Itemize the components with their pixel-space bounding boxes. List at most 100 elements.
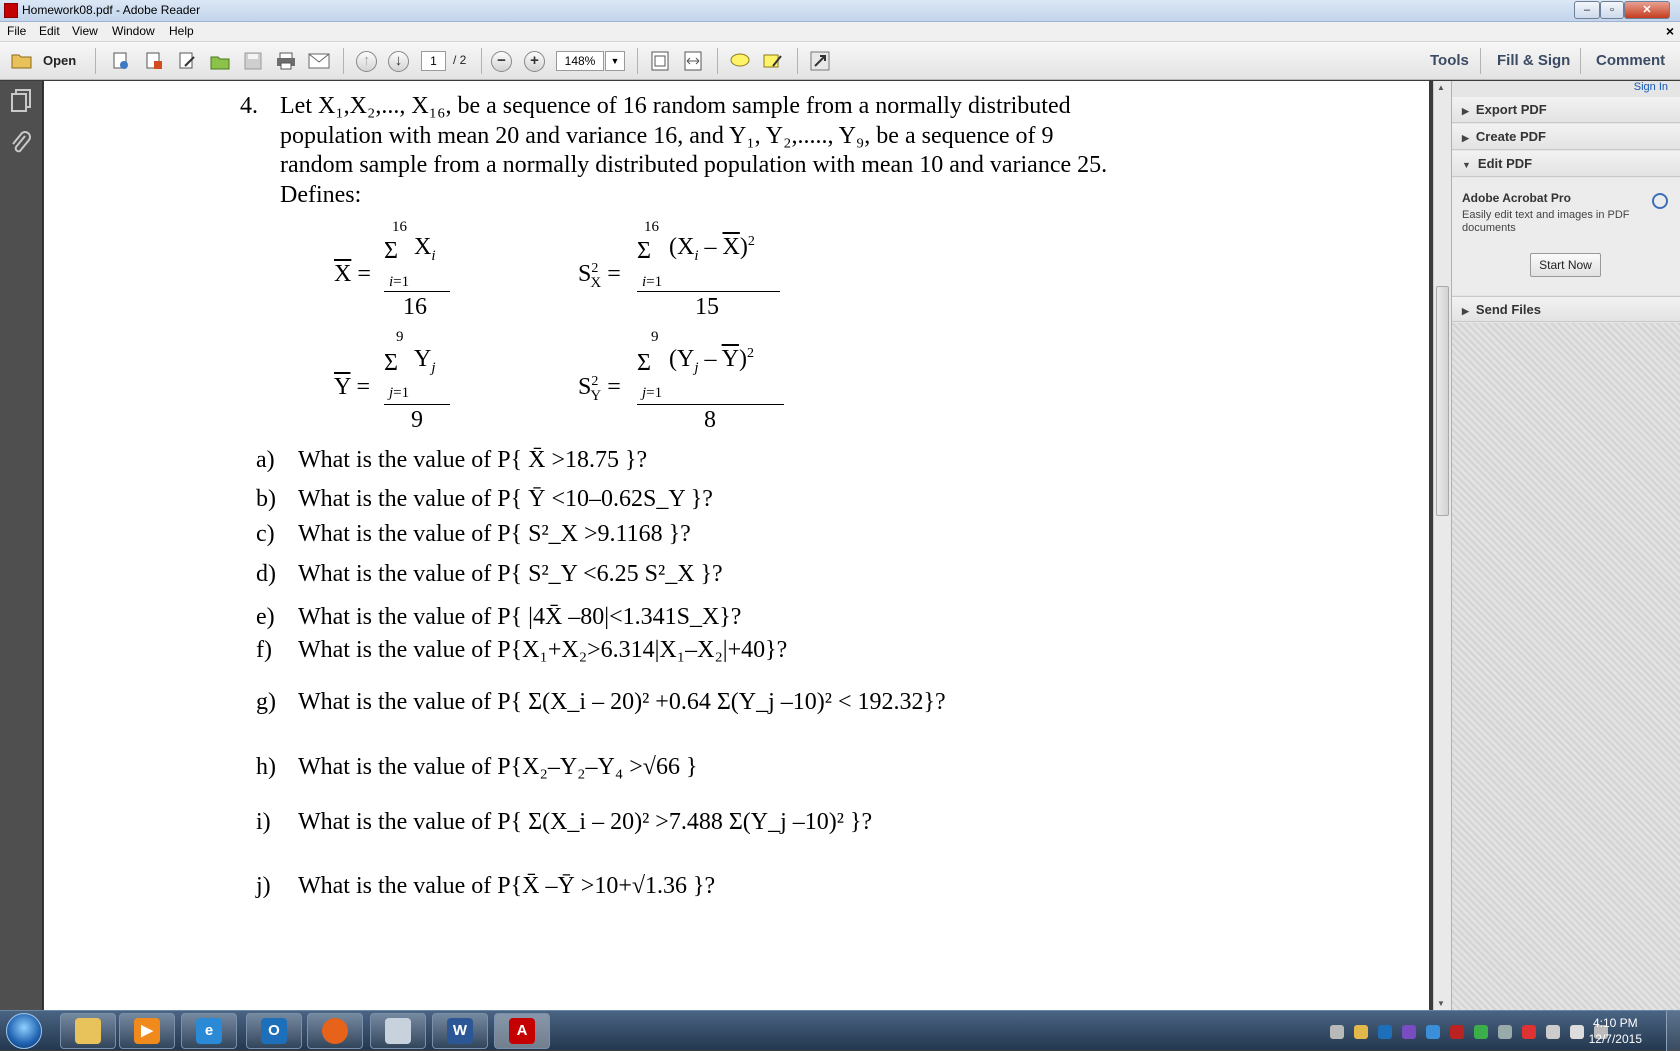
promo-text: Easily edit text and images in PDF docum…	[1462, 209, 1630, 234]
page-number-input[interactable]: 1	[421, 51, 446, 71]
scroll-up-icon[interactable]: ▲	[1437, 83, 1445, 92]
toolbar-separator	[1580, 48, 1581, 74]
menu-file[interactable]: File	[7, 24, 26, 38]
sticky-note-icon[interactable]	[729, 50, 751, 72]
promo-title: Adobe Acrobat Pro	[1462, 191, 1571, 205]
taskbar-internet-explorer[interactable]: e	[181, 1013, 237, 1049]
firefox-icon	[322, 1018, 348, 1044]
question-letter: e)	[256, 604, 275, 630]
tray-shield-icon[interactable]	[1450, 1025, 1464, 1039]
taskbar-firefox[interactable]	[307, 1013, 363, 1049]
tray-icon[interactable]	[1330, 1025, 1344, 1039]
zoom-dropdown-chevron-down-icon[interactable]: ▼	[605, 51, 625, 71]
edit-pdf-icon[interactable]	[176, 50, 198, 72]
acrobat-pro-icon	[1652, 193, 1668, 209]
problem-number: 4.	[240, 93, 258, 119]
toolbar-separator	[1480, 48, 1481, 74]
close-button[interactable]: ✕	[1624, 1, 1670, 19]
export-pdf-panel[interactable]: ▶ Export PDF	[1452, 97, 1680, 123]
panel-label: Edit PDF	[1477, 156, 1533, 171]
menu-bar: File Edit View Window Help ×	[0, 22, 1680, 42]
tray-volume-icon[interactable]	[1570, 1025, 1584, 1039]
start-button-windows-icon[interactable]	[6, 1013, 42, 1049]
pane-background	[1452, 323, 1680, 1010]
taskbar-media-player[interactable]: ▶	[119, 1013, 175, 1049]
menu-help[interactable]: Help	[169, 24, 194, 38]
zoom-out-icon[interactable]: −	[491, 51, 512, 72]
taskbar-word[interactable]: W	[432, 1013, 488, 1049]
create-pdf-icon[interactable]	[110, 50, 132, 72]
open-button[interactable]: Open	[43, 53, 76, 68]
calculator-icon	[385, 1018, 411, 1044]
open-folder-icon[interactable]	[10, 50, 34, 72]
comment-tab[interactable]: Comment	[1596, 52, 1665, 69]
vertical-scrollbar[interactable]: ▲ ▼	[1433, 81, 1451, 1010]
taskbar-outlook[interactable]: O	[246, 1013, 302, 1049]
fit-width-icon[interactable]	[682, 50, 704, 72]
toolbar-separator	[717, 48, 718, 74]
page-thumbnails-icon[interactable]	[9, 89, 33, 113]
tray-network-icon[interactable]	[1546, 1025, 1560, 1039]
highlight-text-icon[interactable]	[762, 50, 784, 72]
tray-app-icon[interactable]	[1522, 1025, 1536, 1039]
question-text: What is the value of P{X̄ –Ȳ >10+√1.36 }…	[298, 873, 716, 899]
question-letter: j)	[256, 873, 271, 899]
next-page-icon[interactable]: ↓	[388, 51, 409, 72]
taskbar-explorer[interactable]	[60, 1013, 116, 1049]
tray-app-icon[interactable]	[1402, 1025, 1416, 1039]
question-letter: b)	[256, 486, 276, 512]
document-close-icon[interactable]: ×	[1666, 23, 1674, 39]
edit-pdf-panel[interactable]: ▼ Edit PDF	[1452, 151, 1680, 177]
minimize-button[interactable]: –	[1574, 1, 1600, 19]
export-pdf-icon[interactable]	[143, 50, 165, 72]
previous-page-icon[interactable]: ↑	[356, 51, 377, 72]
send-files-panel[interactable]: ▶ Send Files	[1452, 296, 1680, 322]
print-icon[interactable]	[275, 50, 297, 72]
tools-tab[interactable]: Tools	[1430, 52, 1469, 69]
panel-label: Create PDF	[1475, 129, 1546, 144]
document-view[interactable]: 4. Let X₁,X₂,..., X₁₆, be a sequence of …	[44, 81, 1429, 1010]
scrollbar-thumb[interactable]	[1436, 286, 1449, 516]
create-pdf-panel[interactable]: ▶ Create PDF	[1452, 124, 1680, 150]
page-total: / 2	[453, 53, 467, 67]
start-now-button[interactable]: Start Now	[1530, 253, 1601, 277]
question-letter: g)	[256, 689, 276, 715]
question-text: What is the value of P{ S²_X >9.1168 }?	[298, 521, 691, 547]
tray-sync-icon[interactable]	[1474, 1025, 1488, 1039]
taskbar-clock[interactable]: 4:10 PM 12/7/2015	[1589, 1015, 1642, 1047]
windows-taskbar: ▶ e O W A 4:10 PM 12/7/2015	[0, 1010, 1680, 1051]
expand-icon[interactable]	[809, 50, 831, 72]
tray-app-icon[interactable]	[1426, 1025, 1440, 1039]
taskbar-adobe-reader[interactable]: A	[494, 1013, 550, 1049]
expand-triangle-icon: ▶	[1462, 133, 1469, 143]
expand-triangle-icon: ▶	[1462, 106, 1469, 116]
scroll-down-icon[interactable]: ▼	[1437, 999, 1445, 1008]
panel-label: Export PDF	[1475, 102, 1547, 117]
menu-view[interactable]: View	[72, 24, 98, 38]
taskbar-calculator[interactable]	[370, 1013, 426, 1049]
question-text: What is the value of P{ |4X̄ –80|<1.341S…	[298, 604, 742, 630]
attachments-paperclip-icon[interactable]	[9, 131, 33, 155]
email-icon[interactable]	[308, 50, 330, 72]
zoom-level-input[interactable]: 148%	[556, 51, 604, 71]
tray-tools-icon[interactable]	[1498, 1025, 1512, 1039]
adobe-reader-icon	[4, 3, 18, 18]
tray-mail-icon[interactable]	[1354, 1025, 1368, 1039]
tray-outlook-icon[interactable]	[1378, 1025, 1392, 1039]
outlook-icon: O	[261, 1018, 287, 1044]
fit-page-icon[interactable]	[649, 50, 671, 72]
save-icon[interactable]	[242, 50, 264, 72]
menu-edit[interactable]: Edit	[39, 24, 60, 38]
zoom-in-icon[interactable]: +	[524, 51, 545, 72]
toolbar-separator	[481, 48, 482, 74]
show-desktop-button[interactable]	[1666, 1011, 1680, 1051]
fill-sign-tab[interactable]: Fill & Sign	[1497, 52, 1570, 69]
sign-in-link[interactable]: Sign In	[1634, 81, 1668, 93]
intro-line-1: Let X₁,X₂,..., X₁₆, be a sequence of 16 …	[280, 93, 1071, 119]
toolbar-separator	[343, 48, 344, 74]
menu-window[interactable]: Window	[112, 24, 155, 38]
question-letter: f)	[256, 637, 272, 663]
maximize-button[interactable]: ▫	[1600, 1, 1624, 19]
send-files-icon[interactable]	[209, 50, 231, 72]
question-text: What is the value of P{ Ȳ <10–0.62S_Y }?	[298, 486, 713, 512]
